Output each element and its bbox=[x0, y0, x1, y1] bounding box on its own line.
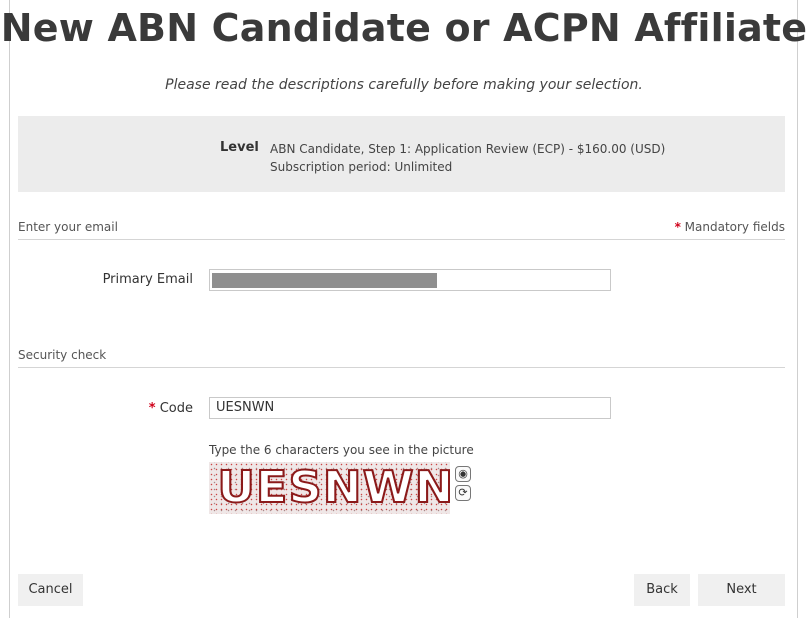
page-title: New ABN Candidate or ACPN Affiliate bbox=[0, 6, 808, 50]
cancel-button[interactable]: Cancel bbox=[18, 574, 83, 606]
page-subtitle: Please read the descriptions carefully b… bbox=[165, 77, 643, 93]
captcha-code-input[interactable]: UESNWN bbox=[209, 397, 611, 419]
required-star-icon: * bbox=[148, 401, 156, 416]
level-name: ABN Candidate, Step 1: Application Revie… bbox=[270, 142, 666, 156]
primary-email-input[interactable] bbox=[209, 269, 611, 291]
code-label-text: Code bbox=[159, 401, 193, 416]
next-button[interactable]: Next bbox=[698, 574, 785, 606]
captcha-hint: Type the 6 characters you see in the pic… bbox=[209, 443, 474, 457]
captcha-text: UESNWN bbox=[216, 462, 450, 514]
audio-captcha-icon[interactable]: ◉ bbox=[455, 466, 471, 482]
mandatory-note: * Mandatory fields bbox=[675, 220, 785, 234]
redacted-email-value bbox=[212, 273, 437, 288]
email-section-header: Enter your email * Mandatory fields bbox=[18, 220, 785, 240]
back-button[interactable]: Back bbox=[634, 574, 690, 606]
refresh-captcha-icon[interactable]: ⟳ bbox=[455, 485, 471, 501]
captcha-image: UESNWN bbox=[209, 462, 450, 514]
required-star-icon: * bbox=[674, 220, 681, 234]
email-section-heading: Enter your email bbox=[18, 220, 118, 234]
mandatory-text: Mandatory fields bbox=[684, 220, 785, 234]
primary-email-label: Primary Email bbox=[102, 272, 193, 287]
level-details: ABN Candidate, Step 1: Application Revie… bbox=[270, 140, 665, 176]
subscription-period: Subscription period: Unlimited bbox=[270, 160, 453, 174]
level-label: Level bbox=[220, 140, 259, 155]
security-section-heading: Security check bbox=[18, 348, 107, 362]
security-section-header: Security check bbox=[18, 348, 785, 368]
code-label: * Code bbox=[140, 401, 193, 416]
